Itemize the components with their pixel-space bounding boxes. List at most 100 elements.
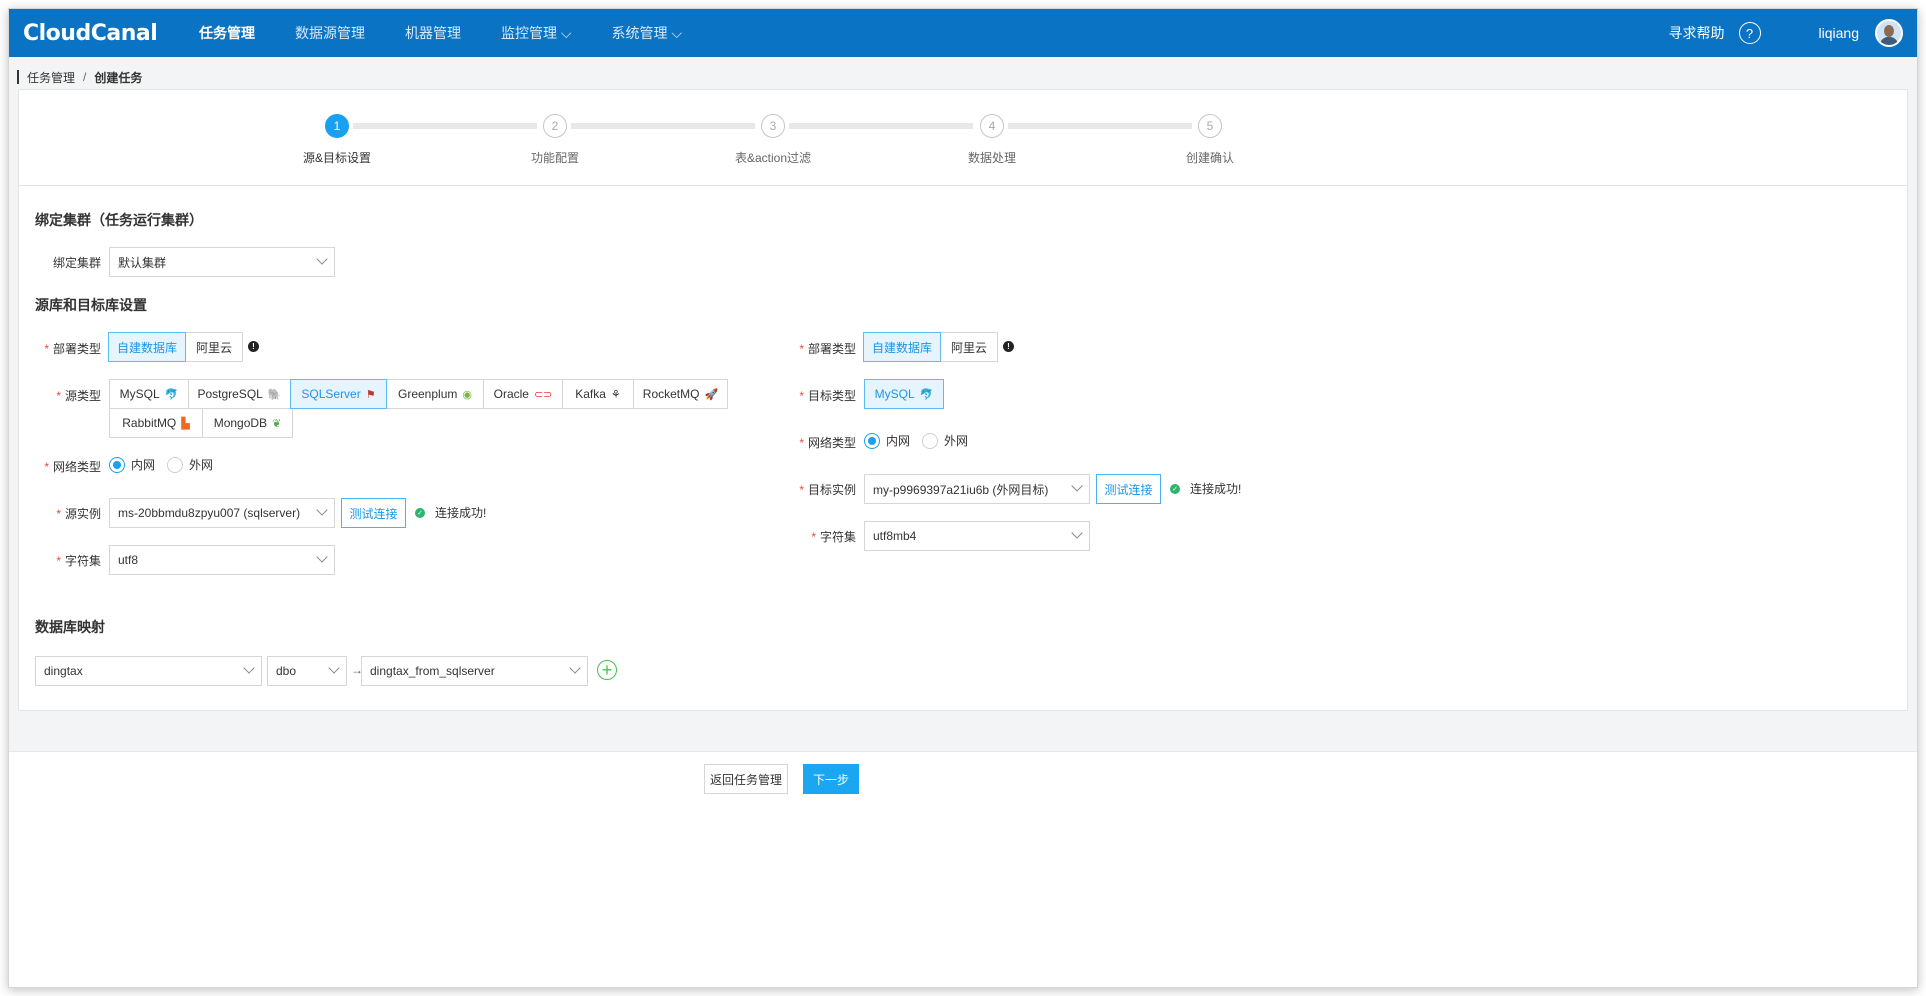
step-4-circle: 4	[980, 114, 1004, 138]
nav-item-monitor[interactable]: 监控管理 ⌵	[501, 23, 572, 43]
target-network-internet-radio[interactable]	[922, 432, 939, 449]
source-type-rabbitmq[interactable]: RabbitMQ ▙	[109, 408, 203, 438]
source-charset-label: * 字符集	[21, 552, 101, 569]
nav-item-datasource[interactable]: 数据源管理	[295, 23, 365, 43]
source-test-result: ✓ 连接成功!	[415, 504, 486, 521]
nav-right: 寻求帮助 ? liqiang	[1669, 9, 1903, 57]
footer-bar: 返回任务管理 下一步	[9, 751, 1917, 987]
source-type-sqlserver[interactable]: SQLServer ⚑	[290, 379, 387, 409]
nav-item-task[interactable]: 任务管理	[199, 23, 255, 43]
add-mapping-icon[interactable]: +	[597, 660, 617, 680]
postgresql-icon: 🐘	[267, 388, 282, 401]
target-charset-label-text: 字符集	[819, 530, 856, 544]
target-deploy-label: * 部署类型	[776, 340, 856, 357]
target-network-internet-label[interactable]: 外网	[944, 432, 968, 449]
source-type-sqlserver-label: SQLServer	[301, 387, 361, 401]
required-mark: *	[799, 342, 804, 356]
source-type-rocketmq[interactable]: RocketMQ 🚀	[633, 379, 728, 409]
target-network-intranet-radio[interactable]	[864, 432, 880, 449]
source-type-mysql[interactable]: MySQL 🐬	[109, 379, 189, 409]
chevron-down-icon	[1071, 527, 1083, 539]
target-deploy-selfbuilt[interactable]: 自建数据库	[863, 332, 941, 362]
info-icon[interactable]: !	[248, 341, 259, 352]
chevron-down-icon	[316, 551, 328, 563]
rocketmq-icon: 🚀	[704, 388, 719, 401]
required-mark: *	[56, 554, 61, 568]
required-mark: *	[44, 342, 49, 356]
source-charset-value: utf8	[118, 553, 139, 567]
target-deploy-aliyun[interactable]: 阿里云	[940, 332, 998, 362]
nav-item-monitor-label: 监控管理	[501, 25, 557, 41]
target-charset-select[interactable]: utf8mb4	[864, 521, 1090, 551]
target-network-label-text: 网络类型	[807, 436, 856, 450]
breadcrumb-root[interactable]: 任务管理	[27, 69, 75, 86]
source-network-label: * 网络类型	[21, 458, 101, 475]
chevron-down-icon	[569, 662, 581, 674]
info-icon[interactable]: !	[1003, 341, 1014, 352]
main-panel: 1 2 3 4 5 源&目标设置 功能配置 表&action过滤 数据处理 创建…	[18, 89, 1908, 711]
source-type-postgresql[interactable]: PostgreSQL 🐘	[188, 379, 291, 409]
source-deploy-group: 自建数据库 阿里云	[108, 332, 243, 362]
source-network-intranet-radio[interactable]	[109, 456, 125, 473]
target-network-radios: 内网 外网	[864, 432, 980, 449]
mapping-section-title: 数据库映射	[35, 619, 105, 635]
chevron-down-icon	[328, 662, 340, 674]
source-type-oracle-label: Oracle	[493, 387, 529, 401]
avatar[interactable]	[1875, 19, 1903, 47]
help-icon[interactable]: ?	[1738, 22, 1761, 44]
required-mark: *	[811, 530, 816, 544]
mapping-source-schema-select[interactable]: dbo	[267, 656, 347, 686]
cluster-select[interactable]: 默认集群	[109, 247, 335, 277]
required-mark: *	[799, 483, 804, 497]
source-deploy-aliyun[interactable]: 阿里云	[185, 332, 243, 362]
source-type-rabbitmq-label: RabbitMQ	[122, 416, 177, 430]
source-type-greenplum-label: Greenplum	[398, 387, 458, 401]
source-network-internet-label[interactable]: 外网	[189, 456, 213, 473]
source-test-connection-button[interactable]: 测试连接	[341, 498, 406, 528]
next-step-button[interactable]: 下一步	[803, 764, 859, 794]
target-instance-label: * 目标实例	[776, 481, 856, 498]
step-connector	[353, 123, 537, 129]
mapping-target-db-select[interactable]: dingtax_from_sqlserver	[361, 656, 588, 686]
source-type-mongodb[interactable]: MongoDB ❦	[202, 408, 293, 438]
db-section-title: 源库和目标库设置	[35, 297, 147, 313]
step-5-circle: 5	[1198, 114, 1222, 138]
source-network-intranet-label[interactable]: 内网	[131, 456, 155, 473]
source-type-oracle[interactable]: Oracle ⊂⊃	[483, 379, 563, 409]
target-test-connection-button[interactable]: 测试连接	[1096, 474, 1161, 504]
step-connector	[571, 123, 755, 129]
nav-item-system[interactable]: 系统管理 ⌵	[612, 23, 683, 43]
help-link[interactable]: 寻求帮助	[1669, 23, 1725, 43]
nav-item-machine[interactable]: 机器管理	[405, 23, 461, 43]
required-mark: *	[56, 507, 61, 521]
sqlserver-icon: ⚑	[365, 388, 376, 401]
back-to-tasks-button[interactable]: 返回任务管理	[704, 764, 788, 794]
source-instance-value: ms-20bbmdu8zpyu007 (sqlserver)	[118, 506, 301, 520]
source-type-rocketmq-label: RocketMQ	[642, 387, 700, 401]
source-type-kafka[interactable]: Kafka ⚘	[562, 379, 634, 409]
step-2-label: 功能配置	[530, 151, 579, 165]
source-charset-select[interactable]: utf8	[109, 545, 335, 575]
chevron-down-icon: ⌵	[671, 25, 683, 41]
target-network-intranet-label[interactable]: 内网	[886, 432, 910, 449]
target-deploy-group: 自建数据库 阿里云	[863, 332, 998, 362]
target-charset-value: utf8mb4	[873, 529, 917, 543]
target-instance-select[interactable]: my-p9969397a21iu6b (外网目标)	[864, 474, 1090, 504]
source-deploy-label: * 部署类型	[21, 340, 101, 357]
target-instance-value: my-p9969397a21iu6b (外网目标)	[873, 482, 1049, 497]
source-type-postgresql-label: PostgreSQL	[197, 387, 263, 401]
mapping-source-db-select[interactable]: dingtax	[35, 656, 262, 686]
breadcrumb-separator: /	[83, 70, 87, 84]
nav-menu: 任务管理 数据源管理 机器管理 监控管理 ⌵ 系统管理 ⌵	[199, 23, 722, 43]
target-type-label-text: 目标类型	[807, 389, 856, 403]
check-circle-icon: ✓	[415, 507, 425, 518]
source-instance-select[interactable]: ms-20bbmdu8zpyu007 (sqlserver)	[109, 498, 335, 528]
source-deploy-selfbuilt[interactable]: 自建数据库	[108, 332, 186, 362]
chevron-down-icon	[1071, 480, 1083, 492]
step-connector	[1008, 123, 1192, 129]
source-network-internet-radio[interactable]	[167, 456, 184, 473]
source-type-label: * 源类型	[21, 387, 101, 404]
target-type-mysql[interactable]: MySQL 🐬	[864, 379, 944, 409]
source-type-greenplum[interactable]: Greenplum ◉	[386, 379, 484, 409]
user-name[interactable]: liqiang	[1819, 25, 1859, 41]
